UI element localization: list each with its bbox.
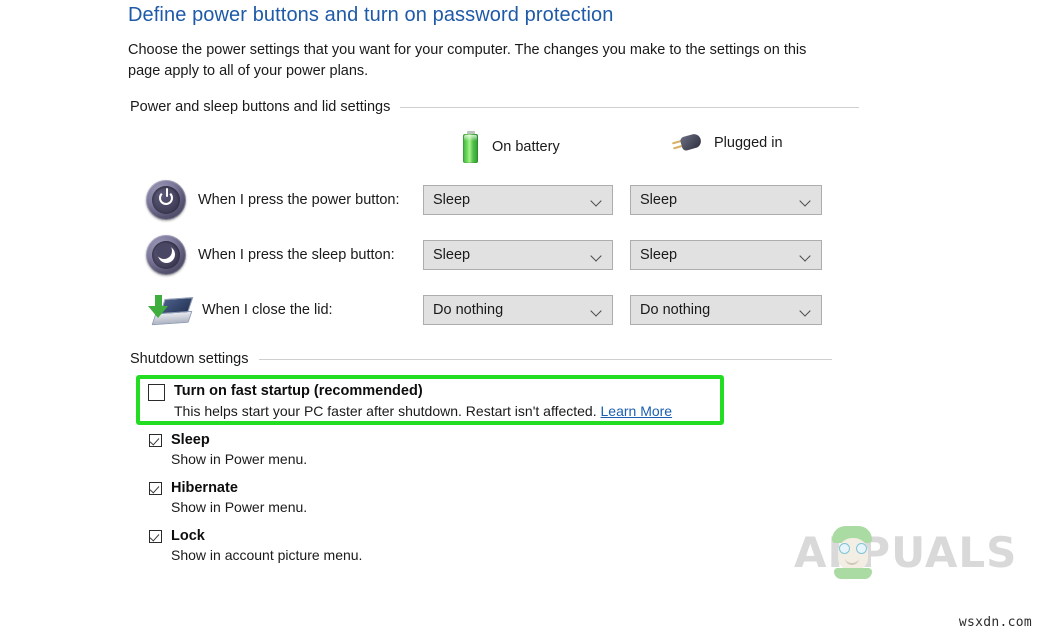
option-fast-startup-head: Turn on fast startup (recommended) — [148, 383, 672, 401]
option-lock-title: Lock — [171, 528, 205, 544]
chevron-down-icon — [592, 252, 601, 261]
learn-more-link[interactable]: Learn More — [601, 403, 673, 419]
source-watermark: wsxdn.com — [958, 615, 1032, 630]
watermark-brand-text: APPUALS — [794, 528, 1018, 577]
dropdown-close-lid-plugged-in-value: Do nothing — [640, 302, 711, 318]
group-header-divider — [400, 106, 860, 108]
option-hibernate: Hibernate Show in Power menu. — [149, 480, 307, 515]
dropdown-power-button-on-battery-value: Sleep — [433, 192, 471, 208]
laptop-lid-icon — [146, 292, 194, 328]
power-options-page: Define power buttons and turn on passwor… — [0, 0, 1040, 635]
column-header-on-battery: On battery — [462, 131, 560, 163]
option-fast-startup-description: This helps start your PC faster after sh… — [174, 403, 672, 419]
option-fast-startup-description-text: This helps start your PC faster after sh… — [174, 403, 597, 419]
dropdown-close-lid-on-battery-value: Do nothing — [433, 302, 504, 318]
option-lock-head: Lock — [149, 528, 362, 545]
setting-row-close-lid: When I close the lid: — [146, 289, 333, 331]
dropdown-power-button-on-battery[interactable]: Sleep — [423, 185, 613, 215]
column-header-plugged-in: Plugged in — [671, 131, 783, 155]
page-description: Choose the power settings that you want … — [128, 42, 807, 79]
option-lock-description: Show in account picture menu. — [171, 547, 363, 563]
setting-row-power-button-label: When I press the power button: — [198, 192, 400, 208]
group-header-divider — [258, 358, 832, 360]
dropdown-power-button-plugged-in[interactable]: Sleep — [630, 185, 822, 215]
column-header-on-battery-label: On battery — [492, 139, 560, 155]
checkbox-sleep[interactable] — [149, 434, 162, 447]
option-fast-startup-title: Turn on fast startup (recommended) — [174, 383, 423, 399]
sleep-moon-icon — [146, 235, 186, 275]
chevron-down-icon — [592, 197, 601, 206]
dropdown-close-lid-plugged-in[interactable]: Do nothing — [630, 295, 822, 325]
group-header-shutdown: Shutdown settings — [130, 351, 832, 367]
group-header-power-lid-label: Power and sleep buttons and lid settings — [130, 99, 391, 115]
setting-row-power-button: When I press the power button: — [146, 179, 400, 221]
option-hibernate-head: Hibernate — [149, 480, 307, 497]
checkbox-hibernate[interactable] — [149, 482, 162, 495]
setting-row-sleep-button-label: When I press the sleep button: — [198, 247, 395, 263]
option-lock: Lock Show in account picture menu. — [149, 528, 362, 563]
dropdown-power-button-plugged-in-value: Sleep — [640, 192, 678, 208]
group-header-shutdown-label: Shutdown settings — [130, 351, 249, 367]
chevron-down-icon — [801, 252, 810, 261]
option-fast-startup: Turn on fast startup (recommended) This … — [148, 383, 672, 419]
option-sleep-head: Sleep — [149, 432, 307, 449]
power-plug-icon — [671, 131, 703, 155]
option-sleep-title: Sleep — [171, 432, 210, 448]
column-header-plugged-in-label: Plugged in — [714, 135, 783, 151]
option-sleep: Sleep Show in Power menu. — [149, 432, 307, 467]
dropdown-close-lid-on-battery[interactable]: Do nothing — [423, 295, 613, 325]
dropdown-sleep-button-plugged-in[interactable]: Sleep — [630, 240, 822, 270]
group-header-power-lid: Power and sleep buttons and lid settings — [130, 99, 860, 115]
page-title: Define power buttons and turn on passwor… — [128, 4, 614, 26]
checkbox-lock[interactable] — [149, 530, 162, 543]
option-hibernate-title: Hibernate — [171, 480, 238, 496]
setting-row-close-lid-label: When I close the lid: — [202, 302, 333, 318]
power-button-icon — [146, 180, 186, 220]
chevron-down-icon — [801, 197, 810, 206]
chevron-down-icon — [801, 307, 810, 316]
option-sleep-description: Show in Power menu. — [171, 451, 308, 467]
watermark-mascot-face-icon — [830, 524, 880, 579]
setting-row-sleep-button: When I press the sleep button: — [146, 234, 395, 276]
dropdown-sleep-button-on-battery[interactable]: Sleep — [423, 240, 613, 270]
dropdown-sleep-button-plugged-in-value: Sleep — [640, 247, 678, 263]
watermark-logo: APPUALS — [794, 524, 1020, 584]
dropdown-sleep-button-on-battery-value: Sleep — [433, 247, 471, 263]
checkbox-fast-startup[interactable] — [148, 384, 165, 401]
chevron-down-icon — [592, 307, 601, 316]
battery-icon — [462, 131, 480, 163]
option-hibernate-description: Show in Power menu. — [171, 499, 308, 515]
